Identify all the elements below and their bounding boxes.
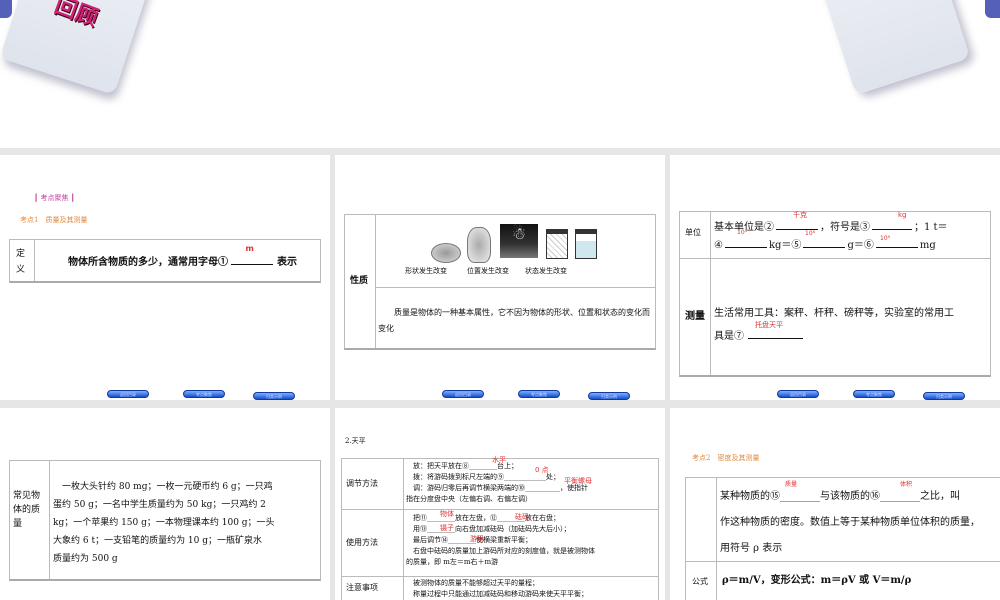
slide-title[interactable]: 回顾: [0, 0, 1000, 148]
section-tag: ┃ 考点聚焦 ┃: [34, 194, 75, 202]
use-label: 使用方法: [346, 538, 378, 547]
row-label: 性质: [350, 276, 369, 286]
answer-10-3: 10³: [737, 229, 748, 236]
measure-label: 测量: [685, 311, 705, 322]
nav-button-3[interactable]: 归类示例: [253, 392, 295, 400]
def-line-1: 某种物质的⑮________与该物质的⑯________之比，叫: [720, 491, 960, 502]
nav-button-3[interactable]: 归类示例: [923, 392, 965, 400]
answer-nut: 平衡螺母: [564, 477, 592, 485]
nav-button-2[interactable]: 考点聚焦: [853, 390, 895, 398]
left-blue-ribbon: [0, 0, 12, 18]
water-cup-image: [575, 229, 597, 259]
caption-position: 位置发生改变: [467, 267, 509, 275]
nav-button-2[interactable]: 考点聚焦: [518, 390, 560, 398]
answer-mass: 质量: [785, 481, 798, 488]
right-blue-ribbon: [985, 0, 1000, 18]
answer-balance: 托盘天平: [755, 321, 783, 329]
right-tag-decoration: [809, 0, 971, 95]
nav-button-1[interactable]: 返回目录: [107, 390, 149, 398]
density-table: 某种物质的⑮________与该物质的⑯________之比，叫 作这种物质的密…: [685, 477, 1000, 600]
nav-button-1[interactable]: 返回目录: [777, 390, 819, 398]
answer-volume: 体积: [900, 481, 913, 488]
toy-image: [467, 227, 491, 263]
definition-table: 定义 物体所含物质的多少，通常用字母① m 表示: [9, 239, 321, 283]
answer-horizontal: 水平: [492, 456, 506, 464]
measure-text-1: 生活常用工具：案秤、杆秤、磅秤等，实验室的常用工: [714, 308, 954, 319]
adjust-label: 调节方法: [346, 479, 378, 488]
use-line-2: 用⑬________向右盘加减砝码（加砝码先大后小）；: [406, 525, 571, 533]
slide-definition[interactable]: ┃ 考点聚焦 ┃ 考点1 质量及其测量 定义 物体所含物质的多少，通常用字母① …: [0, 155, 330, 400]
unit-line-1: 基本单位是② ，符号是③ ；1 t＝: [714, 222, 948, 233]
slide-property[interactable]: 性质 ☃ 形状发生改变 位置发生改变 状态发生改变 质量是物体的一种基本属性，它…: [335, 155, 665, 400]
answer-kilogram: 千克: [793, 211, 807, 219]
property-table: 性质 ☃ 形状发生改变 位置发生改变 状态发生改变 质量是物体的一种基本属性，它…: [344, 214, 656, 350]
adjust-line-3: 调：游码归零后再调节横梁两端的⑩__________，使指针: [406, 484, 588, 492]
slide-balance[interactable]: 2.天平 调节方法 放：把天平放在⑧________台上； 拨：将游码拨到标尺左…: [335, 408, 665, 600]
answer-zero: 0 点: [535, 466, 549, 474]
balance-table: 调节方法 放：把天平放在⑧________台上； 拨：将游码拨到标尺左端的⑨__…: [341, 456, 659, 600]
mass-line-1: 一枚大头针约 80 mg；一枚一元硬币约 6 g；一只鸡: [53, 482, 273, 492]
formula-text: ρ＝m/V，变形公式：m＝ρV 或 V＝m/ρ: [722, 575, 912, 586]
mass-line-2: 蛋约 50 g；一名中学生质量约为 50 kg；一只鸡约 2: [53, 500, 266, 510]
answer-tweezers: 镊子: [440, 524, 454, 532]
caption-state: 状态发生改变: [525, 267, 567, 275]
ice-cup-image: [546, 229, 568, 259]
caption-shape: 形状发生改变: [405, 267, 447, 275]
def-line-3: 用符号 ρ 表示: [720, 543, 783, 554]
unit-line-2: ④ kg＝⑤ g＝⑥ mg: [714, 240, 936, 251]
balance-title: 2.天平: [345, 437, 366, 445]
notes-line-2: 称量过程中只能通过加减砝码和移动游码来使天平平衡；: [406, 590, 588, 598]
answer-kg: kg: [898, 211, 907, 219]
slide-density[interactable]: 考点2 密度及其测量 某种物质的⑮________与该物质的⑯________之…: [670, 408, 1000, 600]
answer-weights: 砝码: [515, 513, 529, 521]
mass-line-5: 质量约为 500 g: [53, 554, 118, 564]
unit-label: 单位: [685, 228, 701, 237]
definition-text: 物体所含物质的多少，通常用字母① m 表示: [68, 244, 297, 271]
notes-label: 注意事项: [346, 583, 378, 592]
clay-image: [431, 243, 461, 263]
units-table: 单位 基本单位是② ，符号是③ ；1 t＝ ④ kg＝⑤ g＝⑥ mg 千克 kg 10³…: [679, 211, 991, 377]
notes-line-1: 被测物体的质量不能够超过天平的量程；: [406, 579, 539, 587]
answer-rider: 游码: [470, 535, 484, 543]
answer-m: m: [245, 244, 254, 253]
measure-text-2: 具是⑦: [714, 329, 803, 345]
slide-units[interactable]: 单位 基本单位是② ，符号是③ ；1 t＝ ④ kg＝⑤ g＝⑥ mg 千克 kg 10³…: [670, 155, 1000, 400]
def-line-2: 作这种物质的密度。数值上等于某种物质单位体积的质量，: [720, 517, 980, 528]
mass-line-4: 大象约 6 t；一支铅笔的质量约为 10 g；一瓶矿泉水: [53, 536, 263, 546]
nav-button-3[interactable]: 归类示例: [588, 392, 630, 400]
property-text: 质量是物体的一种基本属性，它不因为物体的形状、位置和状态的变化而变化: [378, 308, 650, 333]
text-before: 物体所含物质的多少，通常用字母①: [68, 257, 228, 268]
use-line-4: 右盘中砝码的质量加上游码所对应的刻度值，就是被测物体: [406, 547, 595, 555]
nav-button-2[interactable]: 考点聚焦: [183, 390, 225, 398]
row-label: 定义: [16, 249, 26, 275]
answer-10-6: 10⁶: [805, 230, 816, 237]
nav-button-1[interactable]: 返回目录: [442, 390, 484, 398]
astronaut-image: ☃: [500, 224, 538, 258]
mass-line-3: kg；一个苹果约 150 g；一本物理课本约 100 g；一头: [53, 518, 275, 528]
use-line-5: 的质量，即 m左＝m右＋m游: [406, 558, 499, 566]
topic-heading: 考点1 质量及其测量: [20, 216, 88, 224]
answer-10-9: 10⁹: [880, 235, 891, 242]
adjust-line-4: 指在分度盘中央（左偏右调、右偏左调）: [406, 495, 532, 503]
text-after: 表示: [276, 257, 297, 268]
slide-common-masses[interactable]: 常见物体的质量 一枚大头针约 80 mg；一枚一元硬币约 6 g；一只鸡 蛋约 …: [0, 408, 330, 600]
answer-object: 物体: [440, 510, 454, 518]
use-line-1: 把⑪________放在左盘，⑫________放在右盘；: [406, 514, 560, 522]
formula-label: 公式: [692, 577, 708, 586]
use-line-3: 最后调节⑭________使横梁重新平衡；: [406, 536, 532, 544]
topic-heading: 考点2 密度及其测量: [692, 454, 760, 462]
row-label: 常见物体的质量: [13, 491, 41, 529]
common-mass-table: 常见物体的质量 一枚大头针约 80 mg；一枚一元硬币约 6 g；一只鸡 蛋约 …: [9, 460, 321, 581]
